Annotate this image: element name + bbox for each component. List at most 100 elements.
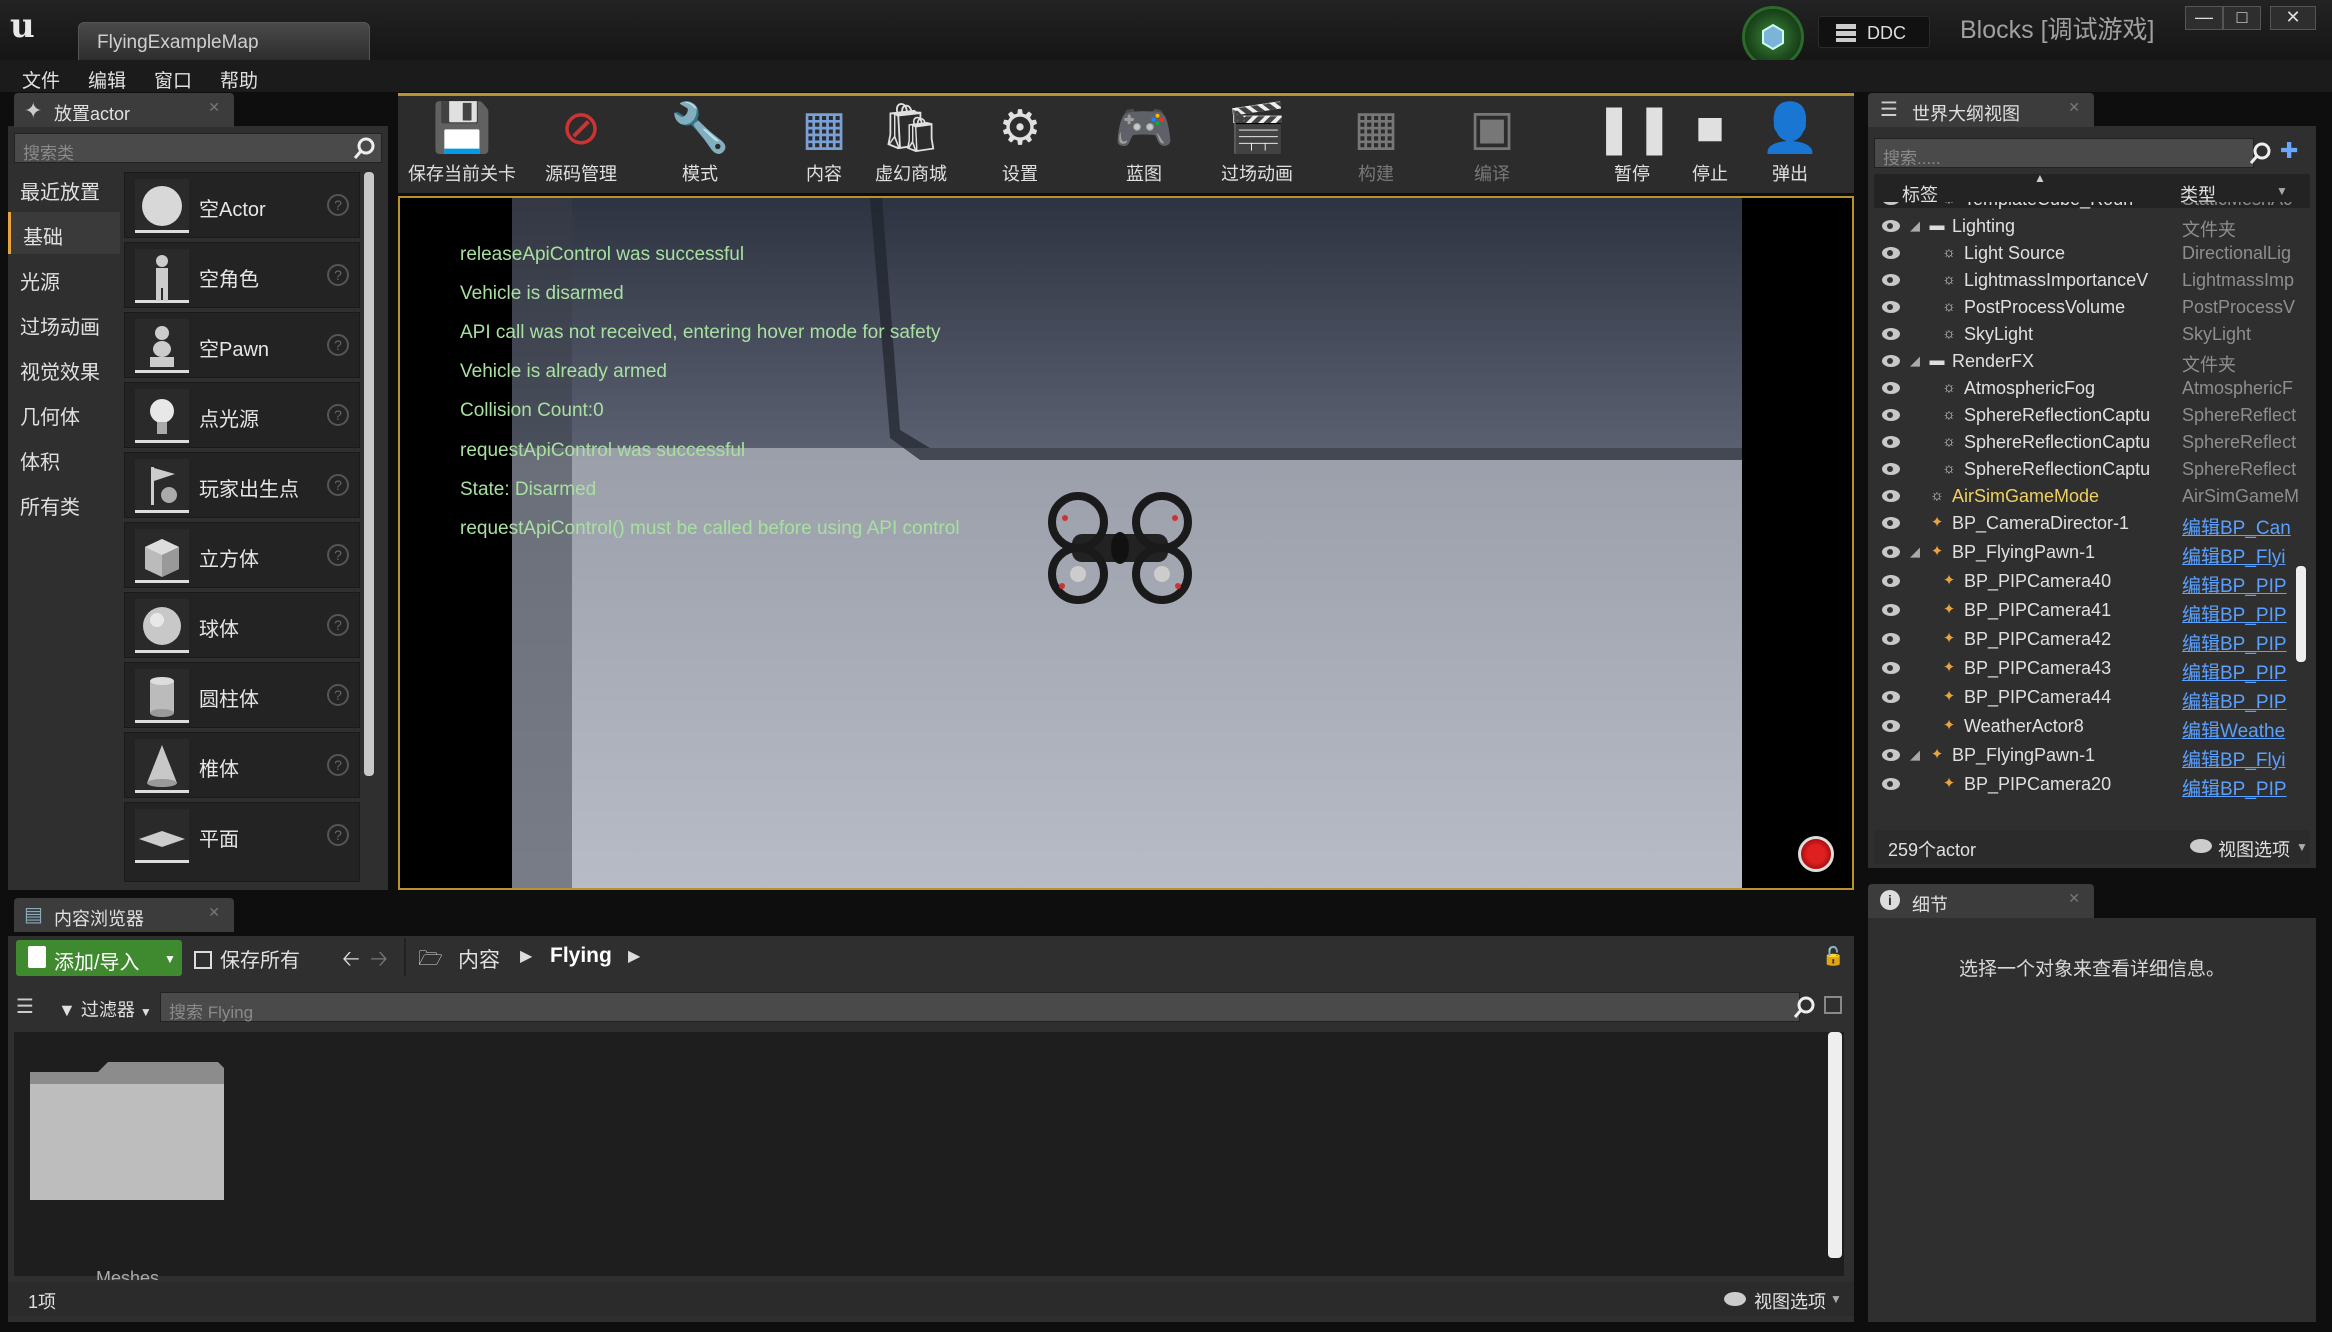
record-icon[interactable] (1798, 836, 1834, 872)
unreal-logo-icon[interactable]: u (10, 6, 46, 46)
help-icon[interactable]: ? (327, 264, 349, 286)
expander-arrow-icon[interactable]: ◢ (1910, 747, 1920, 763)
menu-edit[interactable]: 编辑 (88, 66, 126, 93)
outliner-row[interactable]: ☼ LightmassImportanceV LightmassImp (1874, 267, 2310, 294)
category-geometry[interactable]: 几何体 (8, 392, 120, 434)
actor-item-sphere[interactable]: 球体? (124, 592, 360, 658)
tab-content-browser[interactable]: ▤ 内容浏览器 ✕ (14, 898, 234, 932)
outliner-row[interactable]: ☼ SkyLight SkyLight (1874, 321, 2310, 348)
edit-blueprint-link[interactable]: 编辑BP_PIP (2182, 571, 2310, 598)
visibility-eye-icon[interactable] (1882, 490, 1900, 502)
close-button[interactable]: ✕ (2270, 6, 2316, 30)
visibility-eye-icon[interactable] (1882, 633, 1900, 645)
outliner-row[interactable]: ☼ SphereReflectionCaptu SphereReflect (1874, 456, 2310, 483)
toolbar-blueprints[interactable]: 🎮 蓝图 (1104, 98, 1184, 184)
outliner-row[interactable]: ✦ BP_PIPCamera43 编辑BP_PIP (1874, 655, 2310, 684)
breadcrumb-separator-icon[interactable]: ▶ (520, 946, 532, 966)
source-control-status-icon[interactable] (1742, 6, 1804, 68)
toolbar-source-control[interactable]: ⊘ 源码管理 (526, 98, 636, 184)
edit-blueprint-link[interactable]: 编辑BP_Flyi (2182, 745, 2310, 772)
visibility-eye-icon[interactable] (1882, 220, 1900, 232)
visibility-eye-icon[interactable] (1882, 355, 1900, 367)
tab-close-icon[interactable]: ✕ (2068, 99, 2080, 116)
actor-item-empty-actor[interactable]: 空Actor? (124, 172, 360, 238)
category-lights[interactable]: 光源 (8, 257, 120, 299)
edit-blueprint-link[interactable]: 编辑Weathe (2182, 716, 2310, 743)
category-cinematic[interactable]: 过场动画 (8, 302, 120, 344)
menu-help[interactable]: 帮助 (220, 66, 258, 93)
search-icon[interactable] (1792, 994, 1818, 1020)
help-icon[interactable]: ? (327, 544, 349, 566)
save-all-button[interactable]: 保存所有 (194, 944, 300, 973)
maximize-button[interactable]: □ (2223, 6, 2261, 30)
breadcrumb-flying[interactable]: Flying (550, 944, 612, 968)
toolbar-settings[interactable]: ⚙ 设置 (980, 98, 1060, 184)
outliner-row[interactable]: ✦ BP_PIPCamera40 编辑BP_PIP (1874, 568, 2310, 597)
search-icon[interactable] (352, 135, 378, 161)
tab-close-icon[interactable]: ✕ (208, 99, 220, 116)
visibility-eye-icon[interactable] (1882, 691, 1900, 703)
toolbar-compile[interactable]: ▣ 编译 (1452, 98, 1532, 184)
level-tab[interactable]: FlyingExampleMap (78, 22, 370, 60)
category-recent[interactable]: 最近放置 (8, 167, 120, 209)
outliner-search-input[interactable]: 搜索..... (1874, 138, 2254, 168)
help-icon[interactable]: ? (327, 614, 349, 636)
visibility-eye-icon[interactable] (1882, 720, 1900, 732)
actor-item-empty-character[interactable]: 空角色? (124, 242, 360, 308)
outliner-row[interactable]: ☼ TemplateCube_Roun StaticMeshAc (1874, 202, 2310, 213)
content-view-options[interactable]: 视图选项 (1754, 1288, 1826, 1314)
visibility-eye-icon[interactable] (1882, 517, 1900, 529)
edit-blueprint-link[interactable]: 编辑BP_PIP (2182, 600, 2310, 627)
outliner-row[interactable]: ☼ SphereReflectionCaptu SphereReflect (1874, 429, 2310, 456)
actor-item-empty-pawn[interactable]: 空Pawn? (124, 312, 360, 378)
tab-close-icon[interactable]: ✕ (2068, 890, 2080, 907)
outliner-row[interactable]: ✦ BP_PIPCamera41 编辑BP_PIP (1874, 597, 2310, 626)
tab-close-icon[interactable]: ✕ (208, 904, 220, 921)
edit-blueprint-link[interactable]: 编辑BP_PIP (2182, 774, 2310, 801)
lock-icon[interactable]: 🔓 (1822, 946, 1844, 967)
visibility-eye-icon[interactable] (1882, 382, 1900, 394)
outliner-view-options[interactable]: 视图选项 (2218, 836, 2290, 862)
menu-window[interactable]: 窗口 (154, 66, 192, 93)
outliner-row[interactable]: ☼ AirSimGameMode AirSimGameM (1874, 483, 2310, 510)
outliner-row[interactable]: ☼ SphereReflectionCaptu SphereReflect (1874, 402, 2310, 429)
help-icon[interactable]: ? (327, 684, 349, 706)
actor-item-cube[interactable]: 立方体? (124, 522, 360, 588)
actor-item-cone[interactable]: 椎体? (124, 732, 360, 798)
visibility-eye-icon[interactable] (1882, 546, 1900, 558)
help-icon[interactable]: ? (327, 754, 349, 776)
help-icon[interactable]: ? (327, 334, 349, 356)
help-icon[interactable]: ? (327, 194, 349, 216)
visibility-eye-icon[interactable] (1882, 749, 1900, 761)
toolbar-marketplace[interactable]: 🛍 虚幻商城 (866, 98, 956, 184)
outliner-row[interactable]: ✦ BP_PIPCamera20 编辑BP_PIP (1874, 771, 2310, 800)
edit-blueprint-link[interactable]: 编辑BP_PIP (2182, 687, 2310, 714)
toolbar-save-level[interactable]: 💾 保存当前关卡 (402, 98, 522, 184)
help-icon[interactable]: ? (327, 404, 349, 426)
visibility-eye-icon[interactable] (1882, 436, 1900, 448)
outliner-row[interactable]: ✦ BP_PIPCamera42 编辑BP_PIP (1874, 626, 2310, 655)
outliner-row[interactable]: ☼ PostProcessVolume PostProcessV (1874, 294, 2310, 321)
category-all-classes[interactable]: 所有类 (8, 482, 120, 524)
outliner-row[interactable]: ◢ ▬ Lighting 文件夹 (1874, 213, 2310, 240)
toolbar-pause[interactable]: ❚❚ 暂停 (1594, 98, 1674, 184)
category-volumes[interactable]: 体积 (8, 437, 120, 479)
toolbar-content[interactable]: ▦ 内容 (784, 98, 864, 184)
folder-meshes[interactable] (28, 1062, 224, 1200)
actor-item-plane[interactable]: 平面? (124, 802, 360, 882)
visibility-eye-icon[interactable] (1882, 778, 1900, 790)
breadcrumb-separator-icon[interactable]: ▶ (628, 946, 640, 966)
menu-file[interactable]: 文件 (22, 66, 60, 93)
outliner-row[interactable]: ✦ BP_PIPCamera44 编辑BP_PIP (1874, 684, 2310, 713)
edit-blueprint-link[interactable]: 编辑BP_PIP (2182, 629, 2310, 656)
place-actor-scrollbar[interactable] (364, 172, 374, 776)
visibility-eye-icon[interactable] (1882, 328, 1900, 340)
ddc-indicator[interactable]: DDC (1818, 16, 1930, 48)
save-search-icon[interactable] (1824, 996, 1842, 1014)
actor-item-point-light[interactable]: 点光源? (124, 382, 360, 448)
add-actor-pin-icon[interactable]: ✚ (2280, 138, 2310, 168)
visibility-eye-icon[interactable] (1882, 247, 1900, 259)
forward-arrow-icon[interactable]: 🡢 (370, 942, 388, 980)
outliner-scrollbar[interactable] (2296, 566, 2306, 662)
sources-panel-toggle-icon[interactable]: ☰ (16, 994, 48, 1020)
